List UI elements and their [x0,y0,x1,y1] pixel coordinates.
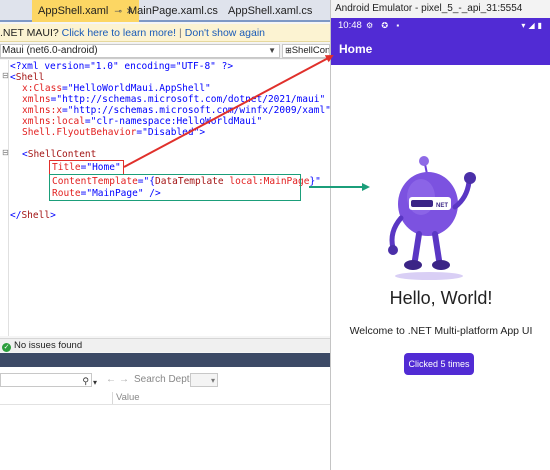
app-title-bar: Home [331,33,550,65]
member-icon: ⊞ [285,46,292,55]
fold-toggle-shellcontent[interactable]: ⊟ [2,149,10,157]
counter-button[interactable]: Clicked 5 times [404,353,474,375]
code-line-1: <?xml version="1.0" encoding="UTF-8" ?> [10,61,234,72]
code-editor[interactable]: ⊟ ⊟ <?xml version="1.0" encoding="UTF-8"… [0,60,330,336]
learn-more-link[interactable]: Click here to learn more! [62,27,176,39]
info-separator: | [179,27,182,39]
code-line-14: </Shell> [10,210,56,221]
android-status-bar: 10:48 ⚙ ✪ ▪ ▾◢▮ [331,18,550,33]
page-title: Home [339,42,373,56]
bot-left-leg [412,231,422,263]
content-template-highlight-box [49,174,301,201]
code-line-9: <ShellContent [22,149,97,160]
tab-label: AppShell.xaml.cs [228,5,313,17]
notification-icons: ⚙ ✪ ▪ [366,21,403,30]
dotnet-bot-illustration: NET [388,156,476,280]
column-divider[interactable] [112,392,113,404]
bot-eyes [411,200,433,207]
member-dropdown[interactable]: ⊞ShellCont [282,44,330,58]
tool-window-toolbar: ⚲ ▾ ← → Search Depth: ▾ [0,371,330,389]
search-icon[interactable]: ⚲ [82,372,89,390]
search-input[interactable]: ⚲ [0,373,92,387]
framework-dropdown-value: Maui (net6.0-android) [2,45,98,56]
code-line-2: <Shell [10,72,45,83]
code-line-7: Shell.FlyoutBehavior="Disabled"> [22,127,206,138]
visual-studio-window: AppShell.xaml ⊸ ✕ MainPage.xaml.cs AppShel… [0,0,330,470]
bot-left-arm [389,215,404,251]
document-tab-bar: AppShell.xaml ⊸ ✕ MainPage.xaml.cs AppShel… [0,0,330,22]
editor-status-bar: ✓ No issues found [0,338,330,352]
search-depth-label: Search Depth: [134,374,198,385]
info-bar-text: .NET MAUI? [0,27,62,39]
bot-left-foot [404,260,422,270]
tab-label: MainPage.xaml.cs [128,5,218,17]
fold-toggle-shell[interactable]: ⊟ [2,72,10,80]
tool-window-column-header: Value [0,391,330,405]
member-dropdown-value: ShellCont [291,45,330,56]
welcome-text: Welcome to .NET Multi-platform App UI [349,325,533,337]
bot-shadow [395,272,463,280]
title-highlight-box [49,160,124,175]
back-arrow-icon[interactable]: ← [106,371,116,389]
tab-appshell-xaml-cs[interactable]: AppShell.xaml.cs [222,0,318,22]
tab-mainpage-xaml-cs[interactable]: MainPage.xaml.cs [122,0,224,22]
pin-icon[interactable]: ⊸ [114,6,122,16]
bot-right-foot [432,260,450,270]
chevron-down-icon: ▼ [268,46,276,55]
bot-right-leg [432,231,442,263]
dont-show-again-link[interactable]: Don't show again [185,27,265,39]
search-depth-dropdown[interactable]: ▾ [190,373,218,387]
clock-text: 10:48 [338,20,362,31]
tab-label: AppShell.xaml [38,5,109,17]
emulator-title-bar: Android Emulator - pixel_5_-_api_31:5554 [331,0,550,18]
issues-status-text: No issues found [14,340,83,351]
signal-battery-icons: ▾◢▮ [521,21,545,30]
bot-antenna-ball [419,156,429,166]
search-options-dropdown-icon[interactable]: ▾ [93,374,97,392]
bot-right-arm [452,179,472,210]
tool-window: ⚲ ▾ ← → Search Depth: ▾ Value [0,367,330,470]
code-line-5: xmlns:x="http://schemas.microsoft.com/wi… [22,105,330,116]
bot-right-hand [464,172,476,184]
forward-arrow-icon[interactable]: → [119,371,129,389]
bot-left-hand [388,245,398,255]
bot-badge: NET [436,203,448,209]
info-bar: .NET MAUI? Click here to learn more! | Don… [0,24,330,42]
value-column-header[interactable]: Value [116,391,140,405]
code-line-3: x:Class="HelloWorldMaui.AppShell" [22,83,211,94]
hello-heading: Hello, World! [389,288,493,308]
tool-window-title-bar [0,353,330,367]
navigation-bar: Maui (net6.0-android) ▼ ⊞ShellCont [0,43,330,59]
outline-margin [8,60,9,336]
framework-dropdown[interactable]: Maui (net6.0-android) ▼ [0,44,280,58]
code-line-4: xmlns="http://schemas.microsoft.com/dotn… [22,94,326,105]
android-emulator-window: Android Emulator - pixel_5_-_api_31:5554… [330,0,550,470]
check-circle-icon: ✓ [2,343,11,352]
chevron-down-icon: ▾ [210,376,215,385]
code-line-6: xmlns:local="clr-namespace:HelloWorldMau… [22,116,263,127]
